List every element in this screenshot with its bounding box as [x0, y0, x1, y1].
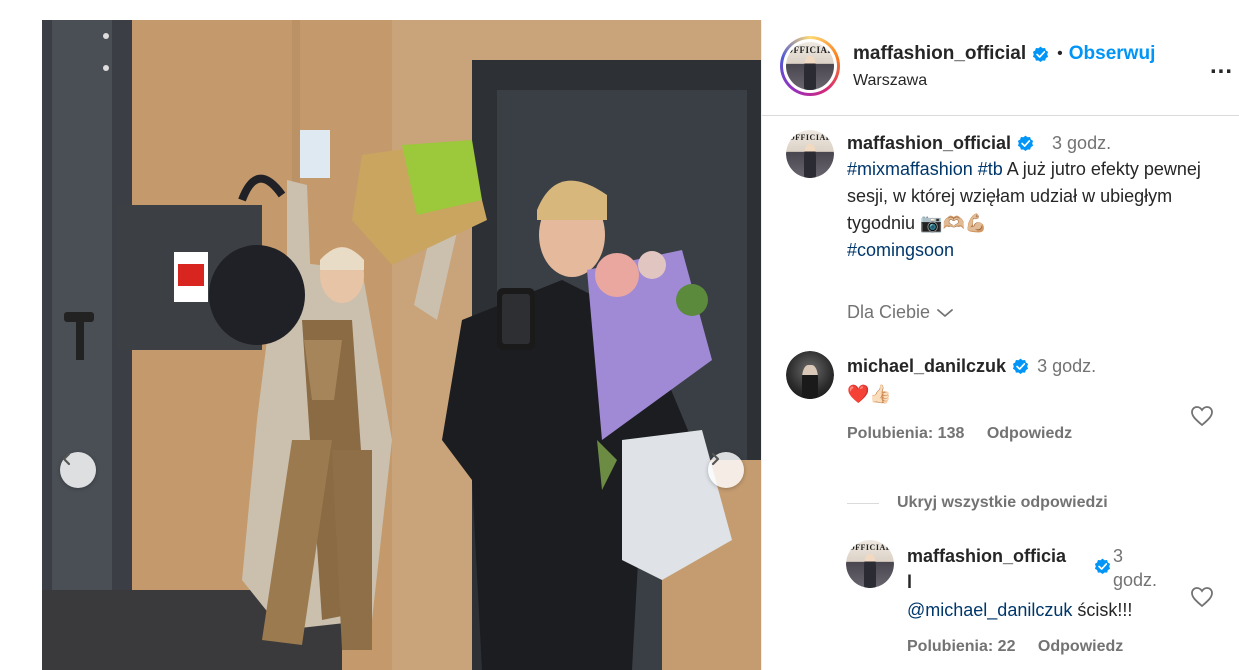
reply-button[interactable]: Odpowiedz [987, 425, 1072, 442]
hashtag-link[interactable]: #mixmaffashion [847, 159, 973, 179]
comment-avatar[interactable] [786, 351, 834, 399]
avatar: OFFICIAL [786, 42, 834, 90]
post-side-panel: OFFICIAL maffashion_official • Obserwuj … [761, 20, 1239, 670]
comment-author[interactable]: michael_danilczuk [847, 356, 1006, 377]
comment-text: ❤️👍🏻 [847, 384, 892, 404]
reply-meta: Polubienia: 22 Odpowiedz [907, 638, 1141, 656]
chevron-down-icon [937, 308, 953, 317]
verified-badge-icon [1033, 46, 1049, 62]
caption-emojis: 📷🫶🏼💪🏼 [920, 213, 988, 233]
chevron-right-icon [711, 452, 720, 466]
reply-avatar[interactable]: OFFICIAL [846, 540, 894, 588]
author-row: maffashion_official • Obserwuj [853, 43, 1155, 65]
next-photo-button[interactable] [708, 452, 744, 488]
reply-text: @michael_danilczuk ścisk!!! [907, 597, 1132, 624]
comment-timestamp[interactable]: 3 godz. [1037, 356, 1096, 377]
previous-photo-button[interactable] [60, 452, 96, 488]
hashtag-link[interactable]: #comingsoon [847, 240, 954, 260]
verified-badge-icon [1017, 135, 1034, 151]
like-comment-heart-icon[interactable] [1190, 405, 1214, 427]
comment-sort-label: Dla Ciebie [847, 302, 931, 322]
hide-replies-button[interactable]: Ukryj wszystkie odpowiedzi [847, 494, 1108, 512]
divider [847, 502, 879, 504]
author-username[interactable]: maffashion_official [853, 43, 1026, 65]
mention-link[interactable]: @michael_danilczuk [907, 600, 1072, 620]
chevron-left-icon [62, 452, 71, 466]
caption-timestamp[interactable]: 3 godz. [1052, 133, 1111, 154]
post-photo[interactable] [42, 20, 761, 670]
caption-avatar[interactable]: OFFICIAL [786, 130, 834, 178]
reply-author-block: maffashion_officia l [907, 544, 1082, 596]
hide-replies-label: Ukryj wszystkie odpowiedzi [897, 494, 1108, 511]
comments-section: OFFICIAL maffashion_official 3 godz. #mi… [762, 116, 1239, 670]
comment-meta: Polubienia: 138 Odpowiedz [847, 425, 1090, 443]
more-options-button[interactable]: ... [1210, 52, 1233, 80]
verified-badge-icon [1094, 558, 1111, 574]
separator-dot: • [1057, 45, 1063, 62]
photo-illustration [42, 20, 761, 670]
caption: maffashion_official 3 godz. #mixmaffashi… [847, 133, 1227, 264]
hashtag-link[interactable]: #tb [978, 159, 1003, 179]
verified-badge-icon [1013, 358, 1029, 374]
post-location[interactable]: Warszawa [853, 72, 927, 90]
story-ring[interactable]: OFFICIAL [780, 36, 840, 96]
like-reply-heart-icon[interactable] [1190, 586, 1214, 608]
reply-button[interactable]: Odpowiedz [1038, 638, 1123, 655]
reply-body: ścisk!!! [1077, 600, 1133, 620]
reply-author[interactable]: maffashion_officia l [907, 546, 1066, 592]
follow-button[interactable]: Obserwuj [1069, 43, 1156, 65]
comment-header: michael_danilczuk 3 godz. [847, 356, 1096, 377]
comment-likes[interactable]: Polubienia: 138 [847, 425, 964, 442]
post-header: OFFICIAL maffashion_official • Obserwuj … [762, 20, 1239, 116]
caption-text: #mixmaffashion #tb A już jutro efekty pe… [847, 156, 1227, 264]
avatar-masthead: OFFICIAL [786, 44, 834, 55]
reply-likes[interactable]: Polubienia: 22 [907, 638, 1015, 655]
caption-author[interactable]: maffashion_official [847, 133, 1011, 154]
reply-timestamp[interactable]: 3 godz. [1113, 544, 1157, 592]
comment-sort-dropdown[interactable]: Dla Ciebie [847, 302, 954, 323]
